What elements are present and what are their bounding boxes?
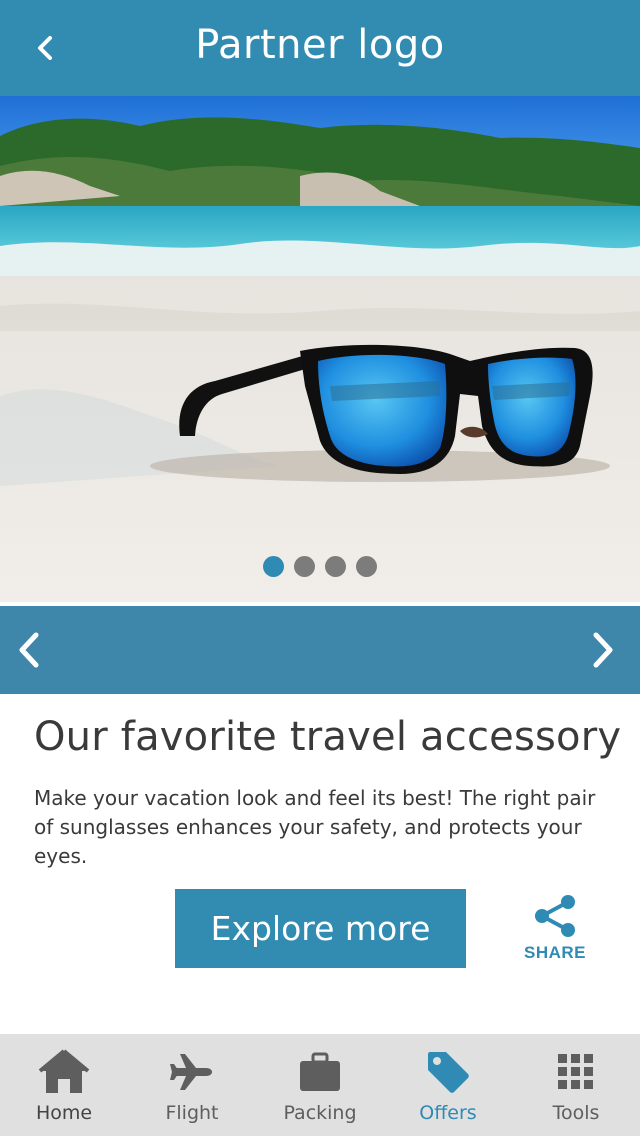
explore-more-button[interactable]: Explore more [175, 889, 466, 968]
tab-label: Tools [552, 1102, 600, 1124]
tab-label: Flight [165, 1102, 219, 1124]
tab-label: Home [35, 1102, 93, 1124]
share-button[interactable]: SHARE [515, 893, 595, 975]
carousel-nav-bar [0, 606, 640, 694]
carousel-dot[interactable] [263, 556, 284, 577]
next-button[interactable] [578, 626, 626, 674]
chevron-left-icon [19, 632, 39, 668]
offer-headline: Our favorite travel accessory [34, 714, 622, 760]
tab-tools[interactable]: Tools [512, 1034, 640, 1136]
bottom-tab-bar: Home Flight Packing Offers Tools [0, 1034, 640, 1136]
chevron-right-icon [593, 632, 613, 668]
tag-icon [428, 1052, 469, 1093]
briefcase-icon [300, 1052, 340, 1091]
tab-label: Offers [419, 1102, 477, 1124]
app-header: Partner logo [0, 0, 640, 96]
tab-home[interactable]: Home [0, 1034, 128, 1136]
partner-logo: Partner logo [195, 22, 445, 68]
share-icon [535, 895, 575, 937]
tab-offers[interactable]: Offers [384, 1034, 512, 1136]
hero-image[interactable] [0, 96, 640, 602]
carousel-indicators [0, 556, 640, 580]
airplane-icon [170, 1054, 212, 1090]
share-label: SHARE [523, 943, 586, 962]
carousel-dot[interactable] [294, 556, 315, 577]
carousel-dot[interactable] [356, 556, 377, 577]
tab-label: Packing [283, 1102, 357, 1124]
home-icon [38, 1049, 90, 1093]
tab-flight[interactable]: Flight [128, 1034, 256, 1136]
offer-description: Make your vacation look and feel its bes… [34, 786, 596, 868]
previous-button[interactable] [6, 626, 54, 674]
tab-packing[interactable]: Packing [256, 1034, 384, 1136]
carousel-dot[interactable] [325, 556, 346, 577]
grid-icon [558, 1054, 593, 1089]
